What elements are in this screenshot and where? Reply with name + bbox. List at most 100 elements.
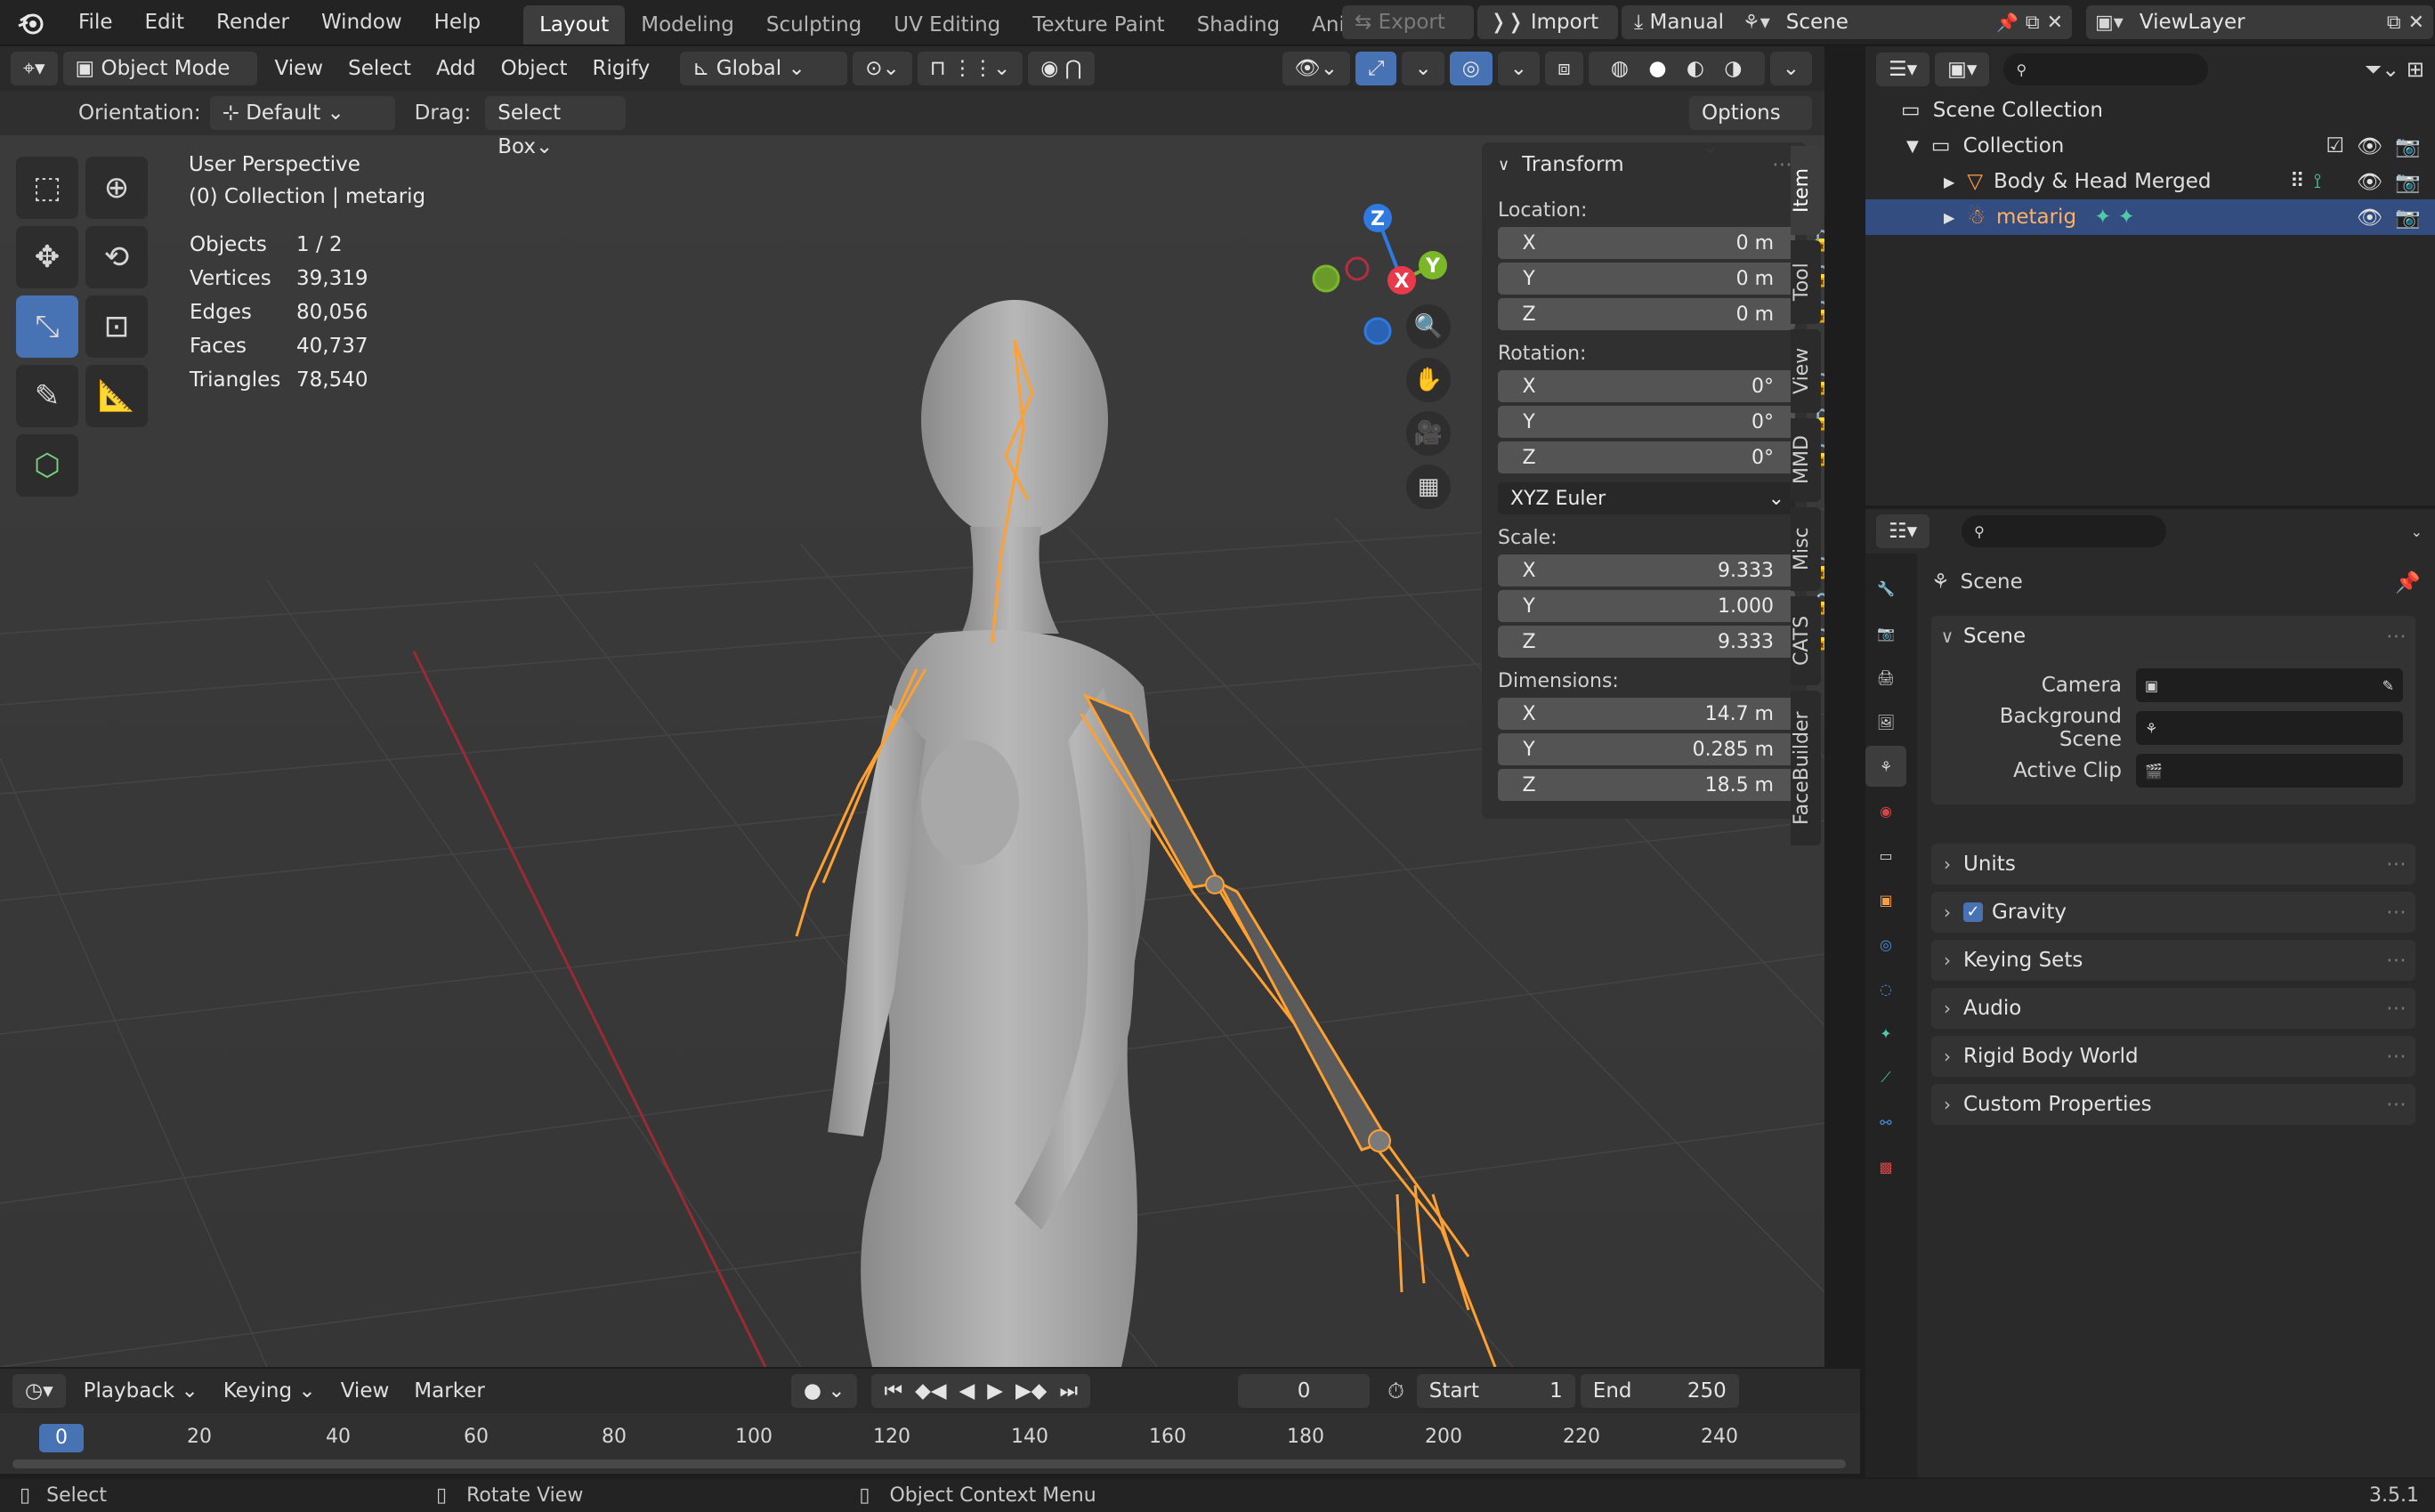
rotate-tool[interactable]: ⟲ <box>85 226 148 288</box>
menu-edit[interactable]: Edit <box>129 0 201 44</box>
move-tool[interactable]: ✥ <box>16 226 78 288</box>
outliner-search-input[interactable]: ⚲ <box>2003 53 2209 85</box>
keying-menu[interactable]: Keying ⌄ <box>211 1379 328 1403</box>
camera-view-icon[interactable]: 🎥 <box>1406 411 1451 456</box>
gravity-checkbox[interactable]: ✓ <box>1963 902 1983 922</box>
keying-sets-panel[interactable]: › Keying Sets ⋯ <box>1931 940 2415 981</box>
jump-end-icon[interactable]: ⏭ <box>1059 1374 1078 1408</box>
scale-x-field[interactable]: X9.333🔓 <box>1498 554 1824 586</box>
add-cube-tool[interactable]: ⬡ <box>16 434 78 497</box>
camera-field[interactable]: ▣ ✎ <box>2136 668 2403 702</box>
menu-render[interactable]: Render <box>200 0 305 44</box>
dimensions-x-field[interactable]: X 14.7 m <box>1498 698 1795 730</box>
properties-editor-type-button[interactable]: ☷▾ <box>1876 514 1930 548</box>
units-panel[interactable]: › Units ⋯ <box>1931 844 2415 885</box>
transform-orientation-selector[interactable]: ⊾ Global ⌄ <box>680 52 848 85</box>
material-shading-icon[interactable]: ◐ <box>1687 52 1704 85</box>
new-view-layer-icon[interactable]: ⧉ <box>2387 12 2401 34</box>
tab-uv-editing[interactable]: UV Editing <box>878 5 1016 44</box>
dimensions-y-field[interactable]: Y 0.285 m <box>1498 733 1795 765</box>
pin-icon[interactable]: 📌 <box>1996 12 2018 33</box>
rotation-z-field[interactable]: Z0°🔓 <box>1498 441 1824 473</box>
dimensions-z-field[interactable]: Z 18.5 m <box>1498 769 1795 801</box>
rendered-shading-icon[interactable]: ◑ <box>1724 52 1742 85</box>
expand-arrow-icon[interactable]: ▼ <box>1906 137 1919 156</box>
location-x-field[interactable]: X0 m🔓 <box>1498 227 1824 259</box>
export-button[interactable]: ⇆ Export <box>1342 5 1474 39</box>
delete-view-layer-icon[interactable]: ✕ <box>2408 12 2424 34</box>
playhead[interactable]: 0 <box>39 1424 84 1452</box>
active-clip-field[interactable]: 🎬 <box>2136 754 2403 788</box>
checkbox-icon[interactable]: ☑ <box>2326 134 2345 158</box>
shading-dropdown[interactable]: ⌄ <box>1769 52 1812 85</box>
render-camera-icon[interactable]: 📷 <box>2395 134 2421 158</box>
drag-handle-icon[interactable]: ⋯ <box>2386 997 2407 1020</box>
audio-panel[interactable]: › Audio ⋯ <box>1931 988 2415 1029</box>
tab-facebuilder[interactable]: FaceBuilder <box>1791 691 1821 845</box>
select-box-tool[interactable]: ⬚ <box>16 157 78 219</box>
drag-handle-icon[interactable]: ⋯ <box>2386 625 2407 648</box>
location-y-field[interactable]: Y0 m🔓 <box>1498 263 1824 295</box>
annotate-tool[interactable]: ✎ <box>16 365 78 427</box>
render-camera-icon[interactable]: 📷 <box>2395 170 2421 194</box>
menu-add[interactable]: Add <box>424 57 489 80</box>
rotation-mode-selector[interactable]: XYZ Euler ⌄ <box>1498 482 1795 514</box>
scene-panel-header[interactable]: ∨ Scene ⋯ <box>1931 616 2415 657</box>
import-button[interactable]: ❭❭ Import <box>1477 5 1618 39</box>
prev-keyframe-icon[interactable]: ◆◀ <box>915 1374 946 1408</box>
tab-modeling[interactable]: Modeling <box>625 5 750 44</box>
eye-icon[interactable]: 👁 <box>2357 134 2382 158</box>
end-frame-field[interactable]: End 250 <box>1580 1374 1739 1408</box>
filter-icon[interactable]: ⏷⌄ ⊞ <box>2365 57 2424 82</box>
overlay-dropdown[interactable]: ⌄ <box>1497 52 1541 85</box>
menu-view[interactable]: View <box>263 57 336 80</box>
record-button[interactable]: ● ⌄ <box>790 1374 858 1408</box>
shading-modes[interactable]: ◍ ● ◐ ◑ <box>1588 52 1765 85</box>
playback-menu[interactable]: Playback ⌄ <box>71 1379 211 1403</box>
gizmo-dropdown[interactable]: ⌄ <box>1402 52 1444 85</box>
timeline-scrollbar[interactable] <box>12 1459 1846 1468</box>
current-frame-field[interactable]: 0 <box>1238 1374 1371 1408</box>
timeline-editor-type-button[interactable]: ◷▾ <box>12 1374 66 1408</box>
tool-tab-icon[interactable]: 🔧 <box>1865 568 1906 609</box>
location-z-field[interactable]: Z0 m🔓 <box>1498 298 1824 330</box>
overlay-toggle[interactable]: ◎ <box>1449 52 1493 85</box>
play-reverse-icon[interactable]: ◀ <box>959 1374 975 1408</box>
perspective-grid-icon[interactable]: ▦ <box>1406 465 1451 509</box>
tab-layout[interactable]: Layout <box>523 5 626 44</box>
scale-tool[interactable]: ⤡ <box>16 295 78 358</box>
proportional-edit-button[interactable]: ◉ ⋂ <box>1028 52 1095 85</box>
solid-shading-icon[interactable]: ● <box>1648 52 1666 85</box>
marker-menu[interactable]: Marker <box>401 1379 498 1403</box>
timeline-view-menu[interactable]: View <box>328 1379 402 1403</box>
outliner-row-scene-collection[interactable]: ▭ Scene Collection <box>1865 93 2435 128</box>
menu-window[interactable]: Window <box>305 0 418 44</box>
editor-type-button[interactable]: ⌖▾ <box>11 52 58 85</box>
drag-handle-icon[interactable]: ⋯ <box>2386 1093 2407 1116</box>
snap-button[interactable]: ⊓ ⋮⋮⌄ <box>917 52 1023 85</box>
tab-item[interactable]: Item <box>1791 146 1821 235</box>
measure-tool[interactable]: 📐 <box>85 365 148 427</box>
timeline-ruler[interactable]: 0 20 40 60 80 100 120 140 160 180 200 22… <box>0 1413 1860 1474</box>
eye-icon[interactable]: 👁 <box>2357 206 2382 230</box>
options-dropdown-icon[interactable]: ⌄ <box>2411 523 2423 540</box>
jump-start-icon[interactable]: ⏮ <box>884 1374 902 1408</box>
rotation-x-field[interactable]: X0°🔓 <box>1498 370 1824 402</box>
drag-handle-icon[interactable]: ⋯ <box>2386 1045 2407 1068</box>
tab-shading[interactable]: Shading <box>1181 5 1296 44</box>
new-scene-icon[interactable]: ⧉ <box>2026 12 2040 34</box>
render-camera-icon[interactable]: 📷 <box>2395 206 2421 230</box>
rotation-y-field[interactable]: Y0°🔓 <box>1498 406 1824 438</box>
blender-logo-icon[interactable] <box>0 8 62 36</box>
stopwatch-icon[interactable]: ⏱ <box>1387 1379 1404 1403</box>
gravity-panel[interactable]: › ✓ Gravity ⋯ <box>1931 892 2415 933</box>
background-scene-field[interactable]: ⚘ <box>2136 711 2403 745</box>
tab-texture-paint[interactable]: Texture Paint <box>1016 5 1180 44</box>
wireframe-shading-icon[interactable]: ◍ <box>1611 52 1629 85</box>
zoom-icon[interactable]: 🔍 <box>1406 304 1451 349</box>
drag-handle-icon[interactable]: ⋯ <box>1772 153 1792 176</box>
visibility-button[interactable]: 👁⌄ <box>1282 52 1351 85</box>
tab-cats[interactable]: CATS <box>1791 596 1821 685</box>
outliner-row-body[interactable]: ▶ ▽ Body & Head Merged ⠿ ⟟ 👁 📷 <box>1865 164 2435 199</box>
drag-handle-icon[interactable]: ⋯ <box>2386 949 2407 972</box>
